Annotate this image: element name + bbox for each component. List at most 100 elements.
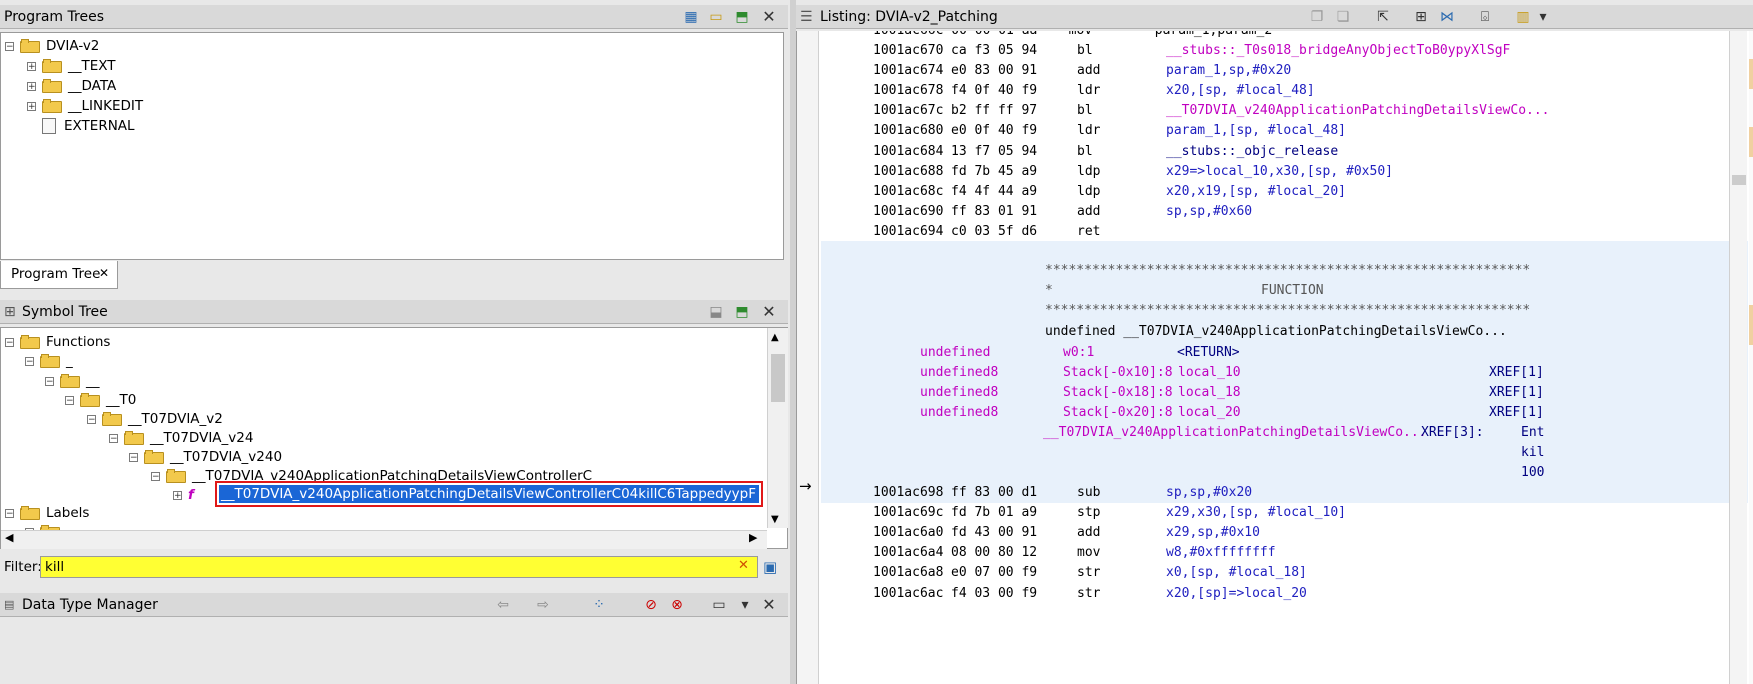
- listing-mnemonic[interactable]: sub: [1077, 483, 1100, 503]
- listing-operands[interactable]: x20,x19,[sp, #local_20]: [1166, 182, 1346, 202]
- tree-labels[interactable]: − Labels: [5, 503, 89, 523]
- tree-item-external[interactable]: EXTERNAL: [42, 116, 135, 136]
- listing-mnemonic[interactable]: bl: [1077, 142, 1093, 162]
- listing-operands[interactable]: __T07DVIA_v240ApplicationPatchingDetails…: [1166, 101, 1550, 121]
- listing-address[interactable]: 1001ac6a0: [873, 523, 943, 543]
- collapse-icon[interactable]: −: [109, 433, 118, 443]
- listing-address[interactable]: 1001ac69c: [873, 503, 943, 523]
- tree-node[interactable]: − __T0: [65, 390, 136, 410]
- layout-dropdown-icon[interactable]: ▾: [1534, 8, 1552, 26]
- listing-operands[interactable]: x29,sp,#0x10: [1166, 523, 1260, 543]
- listing-operands[interactable]: x20,[sp, #local_48]: [1166, 81, 1315, 101]
- dtm-tool-icon[interactable]: ⊘: [642, 596, 660, 614]
- listing-operands[interactable]: sp,sp,#0x60: [1166, 202, 1252, 222]
- function-signature[interactable]: undefined __T07DVIA_v240ApplicationPatch…: [1045, 322, 1507, 342]
- listing-mnemonic[interactable]: bl: [1077, 41, 1093, 61]
- scroll-up-icon[interactable]: ▲: [771, 332, 779, 343]
- param-name[interactable]: local_20: [1178, 403, 1241, 423]
- listing-address[interactable]: 1001ac670: [873, 41, 943, 61]
- listing-address[interactable]: 1001ac6a8: [873, 563, 943, 583]
- snapshot-camera-icon[interactable]: ⌺: [1476, 8, 1494, 26]
- layout-icon[interactable]: ▥: [1514, 8, 1532, 26]
- listing-address[interactable]: 1001ac690: [873, 202, 943, 222]
- diff-icon[interactable]: ⋈: [1438, 8, 1456, 26]
- scroll-left-icon[interactable]: ◀: [5, 531, 13, 544]
- dtm-window-icon[interactable]: ▭: [710, 596, 728, 614]
- pin-icon[interactable]: ⬓: [707, 303, 725, 321]
- close-tab-icon[interactable]: ✕: [99, 266, 109, 280]
- tree-item-data[interactable]: + __DATA: [27, 76, 116, 96]
- listing-operands[interactable]: __stubs::_objc_release: [1166, 142, 1338, 162]
- listing-operands[interactable]: param_1,sp,#0x20: [1166, 61, 1291, 81]
- collapse-icon[interactable]: −: [45, 376, 54, 386]
- tree-node[interactable]: − _: [25, 351, 73, 371]
- collapse-icon[interactable]: −: [151, 471, 160, 481]
- tree-node[interactable]: − __: [45, 371, 100, 391]
- collapse-icon[interactable]: −: [5, 337, 14, 347]
- listing-operands[interactable]: w8,#0xffffffff: [1166, 543, 1276, 563]
- listing-mnemonic[interactable]: ldr: [1077, 121, 1100, 141]
- symbol-tree-hscroll[interactable]: ◀ ▶: [1, 530, 767, 549]
- listing-mnemonic[interactable]: add: [1077, 523, 1100, 543]
- open-tree-icon[interactable]: ▦: [682, 8, 700, 26]
- paste-icon[interactable]: ❏: [1334, 8, 1352, 26]
- listing-mnemonic[interactable]: str: [1077, 584, 1100, 604]
- folder-icon[interactable]: ▭: [707, 8, 725, 26]
- function-label-line[interactable]: __T07DVIA_v240ApplicationPatchingDetails…: [1043, 423, 1427, 443]
- collapse-icon[interactable]: −: [87, 414, 96, 424]
- listing-address[interactable]: 1001ac674: [873, 61, 943, 81]
- listing-mnemonic[interactable]: bl: [1077, 101, 1093, 121]
- listing-address[interactable]: 1001ac698: [873, 483, 943, 503]
- listing-mnemonic[interactable]: ldp: [1077, 182, 1100, 202]
- listing-mnemonic[interactable]: mov: [1077, 543, 1100, 563]
- scroll-thumb[interactable]: [771, 354, 785, 402]
- close-icon[interactable]: ✕: [760, 8, 778, 26]
- listing-address[interactable]: 1001ac688: [873, 162, 943, 182]
- snapshot-icon[interactable]: ⬒: [733, 303, 751, 321]
- collapse-icon[interactable]: −: [65, 395, 74, 405]
- listing-address[interactable]: 1001ac68c: [873, 182, 943, 202]
- collapse-icon[interactable]: −: [5, 508, 14, 518]
- listing-operands[interactable]: __stubs::_T0s018_bridgeAnyObjectToB0ypyX…: [1166, 41, 1510, 61]
- listing-address[interactable]: 1001ac6a4: [873, 543, 943, 563]
- listing-mnemonic[interactable]: ldp: [1077, 162, 1100, 182]
- listing-address[interactable]: 1001ac67c: [873, 101, 943, 121]
- tree-functions[interactable]: − Functions: [5, 332, 110, 352]
- forward-arrow-icon[interactable]: ⇨: [534, 596, 552, 614]
- listing-scroll-thumb[interactable]: [1732, 175, 1746, 185]
- collapse-icon[interactable]: −: [5, 41, 14, 51]
- copy-icon[interactable]: ❐: [1308, 8, 1326, 26]
- expand-icon[interactable]: +: [27, 101, 36, 111]
- clear-filter-icon[interactable]: ✕: [738, 558, 749, 573]
- listing-mnemonic[interactable]: ldr: [1077, 81, 1100, 101]
- filter-options-icon[interactable]: ▣: [763, 558, 777, 576]
- close-icon[interactable]: ✕: [760, 596, 778, 614]
- listing-address[interactable]: 1001ac684: [873, 142, 943, 162]
- tab-program-tree[interactable]: Program Tree ✕: [0, 261, 118, 289]
- dtm-tool2-icon[interactable]: ⊗: [668, 596, 686, 614]
- listing-operands[interactable]: x0,[sp, #local_18]: [1166, 563, 1307, 583]
- param-xref[interactable]: XREF[1]: [1489, 383, 1544, 403]
- param-name[interactable]: <RETURN>: [1177, 343, 1240, 363]
- param-name[interactable]: local_10: [1178, 363, 1241, 383]
- listing-operands[interactable]: sp,sp,#0x20: [1166, 483, 1252, 503]
- listing-address[interactable]: 1001ac694: [873, 222, 943, 242]
- back-arrow-icon[interactable]: ⇦: [494, 596, 512, 614]
- tree-node[interactable]: − __T07DVIA_v24: [109, 428, 253, 448]
- selected-function-label[interactable]: __T07DVIA_v240ApplicationPatchingDetails…: [219, 485, 759, 503]
- tree-node[interactable]: − __T07DVIA_v2: [87, 409, 223, 429]
- listing-operands[interactable]: x29,x30,[sp, #local_10]: [1166, 503, 1346, 523]
- cursor-icon[interactable]: ⇱: [1374, 8, 1392, 26]
- listing-operands[interactable]: x29=>local_10,x30,[sp, #0x50]: [1166, 162, 1393, 182]
- param-xref[interactable]: XREF[1]: [1489, 403, 1544, 423]
- listing-address[interactable]: 1001ac680: [873, 121, 943, 141]
- snapshot-icon[interactable]: ⬒: [733, 8, 751, 26]
- listing-operands[interactable]: param_1,[sp, #local_48]: [1166, 121, 1346, 141]
- dtm-dropdown-icon[interactable]: ▾: [736, 596, 754, 614]
- dtm-menu-icon[interactable]: ⁘: [590, 596, 608, 614]
- tree-root-dvia[interactable]: − DVIA-v2: [5, 36, 99, 56]
- expand-icon[interactable]: +: [27, 81, 36, 91]
- listing-mnemonic[interactable]: stp: [1077, 503, 1100, 523]
- listing-mnemonic[interactable]: add: [1077, 61, 1100, 81]
- tree-selected-function[interactable]: + f: [173, 485, 210, 505]
